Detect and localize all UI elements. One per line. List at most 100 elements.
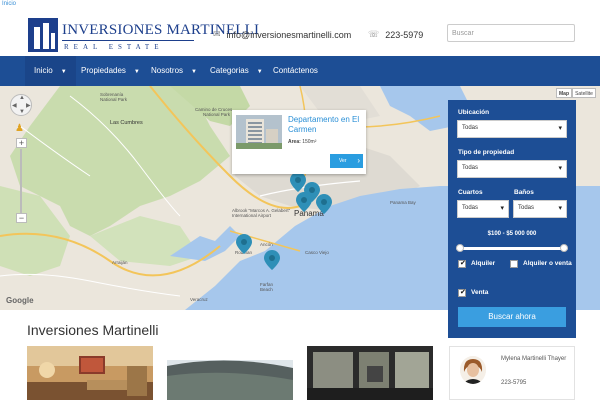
map-label-veracruz: Veracruz [190,297,209,302]
map-type-satellite-button[interactable]: Satellite [572,88,596,98]
chevron-right-icon: › [357,156,360,165]
nav-item-inicio[interactable]: Inicio ▼ [25,56,76,86]
map-label-international-airport: International Airport [232,213,272,218]
email-text: info@inversionesmartinelli.com [226,29,352,40]
map-marker-icon[interactable] [296,192,312,212]
map-marker-icon[interactable] [236,234,252,254]
venta-checkbox[interactable]: ✔ [458,289,466,297]
nav-item-nosotros[interactable]: Nosotros ▼ [151,56,197,86]
tipo-value: Todas [462,165,479,171]
section-title: Inversiones Martinelli [27,322,159,338]
alquiler-label: Alquiler [471,260,496,267]
ver-button-label: Ver [339,158,347,164]
banos-value: Todas [518,205,535,211]
info-window-area: Area: 150m² [288,139,316,145]
nav-item-propiedades[interactable]: Propiedades ▼ [81,56,140,86]
agent-name: Mylena Martinelli Thayer [501,356,567,362]
header: INVERSIONES MARTINELLI REAL ESTATE ✉ inf… [0,12,600,56]
area-label: Area: [288,139,301,145]
map-label-las-cumbres: Las Cumbres [110,120,143,126]
google-logo: Google [6,296,34,305]
nav-item-label: Categorias [210,66,249,75]
search-box [447,24,575,42]
phone-text: 223-5979 [385,29,424,40]
price-min-handle[interactable] [456,244,464,252]
agent-avatar [460,356,486,384]
area-value: 150m² [302,139,317,145]
tipo-label: Tipo de propiedad [458,149,515,156]
cuartos-select[interactable]: Todas ▾ [457,200,509,218]
map-info-window: Departamento en El Carmen Area: 150m² Ve… [232,110,366,174]
property-thumbnail[interactable] [236,115,282,149]
map-label-arraijan: Arraiján [112,260,128,265]
nav-item-label: Contáctenos [273,66,318,75]
ver-button[interactable]: Ver › [330,154,363,168]
zoom-out-button[interactable]: − [16,213,27,223]
search-panel: Ubicación Todas ▾ Tipo de propiedad Toda… [448,100,576,338]
phone-icon: ☏ [368,29,380,39]
logo-subtitle: REAL ESTATE [64,43,164,51]
agent-profile-card[interactable]: Mylena Martinelli Thayer 223-5795 [449,346,575,400]
chevron-down-icon: ▾ [500,205,504,212]
ubicacion-value: Todas [462,125,479,131]
ubicacion-label: Ubicación [458,109,490,116]
nav-item-contactenos[interactable]: Contáctenos [273,56,318,86]
nav-item-label: Nosotros [151,66,184,75]
banos-label: Baños [514,189,534,196]
alquiler-o-venta-checkbox[interactable] [510,260,518,268]
property-card-image[interactable] [167,346,293,400]
nav-item-categorias[interactable]: Categorias ▼ [210,56,263,86]
map-label-ancon: Ancón [260,242,273,247]
banos-select[interactable]: Todas ▾ [513,200,567,218]
chevron-down-icon: ▾ [558,125,562,132]
zoom-slider-track[interactable] [20,149,22,213]
envelope-icon: ✉ [213,29,221,39]
map-label-national-park-2: National Park [203,112,231,117]
alquiler-o-venta-label: Alquiler o venta [523,260,572,267]
map-marker-icon[interactable] [264,250,280,270]
nav-item-label: Propiedades [81,66,126,75]
price-range-slider[interactable] [456,244,568,252]
map-label-beach: Beach [260,287,273,292]
price-range-label: $100 - $5 000 000 [487,231,537,237]
property-card-image[interactable] [27,346,153,400]
buscar-ahora-button[interactable]: Buscar ahora [458,307,566,327]
map-marker-icon[interactable] [316,194,332,214]
logo-buildings-icon [28,18,58,52]
info-window-title[interactable]: Departamento en El Carmen [288,115,364,135]
top-strip: Inicio [0,0,600,12]
contact-email[interactable]: ✉ info@inversionesmartinelli.com [213,29,351,40]
search-input[interactable] [452,27,570,39]
chevron-down-icon: ▼ [133,69,140,75]
street-view-pegman-icon[interactable]: ♟ [15,124,25,136]
chevron-down-icon: ▾ [558,205,562,212]
chevron-down-icon: ▼ [60,69,67,75]
tipo-select[interactable]: Todas ▾ [457,160,567,178]
chevron-down-icon: ▼ [256,69,263,75]
price-max-handle[interactable] [560,244,568,252]
property-card-image[interactable] [307,346,433,400]
map-type-map-button[interactable]: Map [556,88,572,98]
map-label-national-park: National Park [100,97,128,102]
chevron-down-icon: ▾ [558,165,562,172]
nav-item-label: Inicio [34,66,53,75]
checkmark-icon: ✔ [460,289,466,296]
map-pan-control[interactable]: ▲ ▼ ◀ ▶ [10,94,32,116]
agent-phone: 223-5795 [501,380,527,386]
cuartos-value: Todas [462,205,479,211]
map-label-casco-viejo: Casco Viejo [305,250,329,255]
ubicacion-select[interactable]: Todas ▾ [457,120,567,138]
chevron-down-icon: ▼ [191,69,197,75]
logo-rule [62,40,194,41]
venta-label: Venta [471,289,489,296]
checkmark-icon: ✔ [460,260,466,267]
zoom-in-button[interactable]: + [16,138,27,148]
main-nav: Inicio ▼ Propiedades ▼ Nosotros ▼ Categoria… [0,56,600,86]
page: Inicio INVERSIONES MARTINELLI REAL ESTAT… [0,0,600,400]
map-label-panama-bay: Panama Bay [390,200,417,205]
alquiler-checkbox[interactable]: ✔ [458,260,466,268]
logo[interactable]: INVERSIONES MARTINELLI REAL ESTATE [28,18,259,58]
cuartos-label: Cuartos [458,189,483,196]
contact-phone[interactable]: ☏ 223-5979 [368,29,423,40]
breadcrumb-inicio[interactable]: Inicio [2,1,16,7]
